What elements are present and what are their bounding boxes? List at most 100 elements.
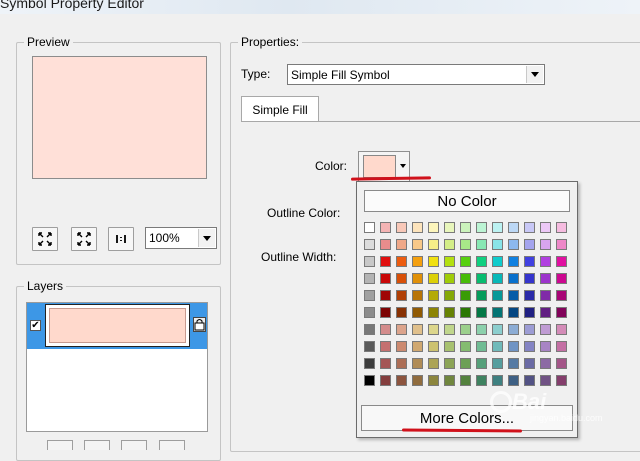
add-layer-button[interactable] bbox=[47, 440, 73, 450]
remove-layer-button[interactable] bbox=[84, 440, 110, 450]
color-swatch[interactable] bbox=[508, 341, 519, 352]
color-swatch[interactable] bbox=[556, 375, 567, 386]
color-swatch[interactable] bbox=[492, 341, 503, 352]
color-swatch[interactable] bbox=[380, 307, 391, 318]
layer-lock-icon[interactable] bbox=[193, 317, 206, 332]
color-swatch[interactable] bbox=[556, 358, 567, 369]
color-swatch[interactable] bbox=[492, 290, 503, 301]
actual-size-button[interactable] bbox=[108, 227, 134, 251]
color-swatch[interactable] bbox=[476, 307, 487, 318]
layer-row[interactable]: ✔ bbox=[27, 303, 207, 349]
color-swatch[interactable] bbox=[396, 341, 407, 352]
color-swatch[interactable] bbox=[508, 324, 519, 335]
color-swatch[interactable] bbox=[508, 256, 519, 267]
color-swatch[interactable] bbox=[444, 290, 455, 301]
color-swatch[interactable] bbox=[524, 375, 535, 386]
zoom-dropdown-button[interactable] bbox=[198, 229, 215, 247]
color-swatch[interactable] bbox=[476, 375, 487, 386]
color-swatch[interactable] bbox=[412, 290, 423, 301]
color-swatch[interactable] bbox=[540, 239, 551, 250]
color-swatch[interactable] bbox=[556, 239, 567, 250]
color-swatch[interactable] bbox=[540, 375, 551, 386]
color-swatch[interactable] bbox=[364, 256, 375, 267]
layer-swatch[interactable] bbox=[45, 304, 190, 347]
zoom-select[interactable]: 100% bbox=[145, 227, 217, 249]
color-swatch[interactable] bbox=[380, 239, 391, 250]
fit-to-window-button[interactable] bbox=[32, 227, 58, 251]
color-swatch[interactable] bbox=[476, 222, 487, 233]
color-swatch[interactable] bbox=[508, 375, 519, 386]
color-swatch[interactable] bbox=[524, 324, 535, 335]
color-swatch[interactable] bbox=[444, 358, 455, 369]
color-swatch[interactable] bbox=[492, 375, 503, 386]
color-swatch[interactable] bbox=[412, 239, 423, 250]
color-swatch[interactable] bbox=[540, 341, 551, 352]
color-swatch[interactable] bbox=[540, 222, 551, 233]
color-swatch[interactable] bbox=[556, 273, 567, 284]
color-swatch[interactable] bbox=[412, 324, 423, 335]
color-swatch[interactable] bbox=[524, 239, 535, 250]
color-swatch[interactable] bbox=[428, 375, 439, 386]
color-swatch[interactable] bbox=[396, 239, 407, 250]
color-swatch[interactable] bbox=[540, 273, 551, 284]
symbol-type-select[interactable]: Simple Fill Symbol bbox=[287, 64, 545, 85]
color-swatch[interactable] bbox=[412, 375, 423, 386]
color-swatch[interactable] bbox=[492, 222, 503, 233]
color-swatch[interactable] bbox=[540, 290, 551, 301]
color-swatch[interactable] bbox=[556, 341, 567, 352]
no-color-button[interactable]: No Color bbox=[364, 190, 570, 212]
color-swatch[interactable] bbox=[444, 273, 455, 284]
color-swatch[interactable] bbox=[524, 341, 535, 352]
color-swatch[interactable] bbox=[396, 358, 407, 369]
color-swatch[interactable] bbox=[396, 290, 407, 301]
color-swatch[interactable] bbox=[396, 256, 407, 267]
color-swatch[interactable] bbox=[460, 239, 471, 250]
color-swatch[interactable] bbox=[428, 222, 439, 233]
color-swatch[interactable] bbox=[508, 358, 519, 369]
color-swatch[interactable] bbox=[412, 256, 423, 267]
color-swatch[interactable] bbox=[396, 375, 407, 386]
color-swatch[interactable] bbox=[524, 307, 535, 318]
color-swatch[interactable] bbox=[508, 307, 519, 318]
color-swatch[interactable] bbox=[476, 324, 487, 335]
color-swatch[interactable] bbox=[460, 341, 471, 352]
color-swatch[interactable] bbox=[460, 290, 471, 301]
color-swatch[interactable] bbox=[492, 256, 503, 267]
color-swatch[interactable] bbox=[428, 256, 439, 267]
color-swatch[interactable] bbox=[492, 324, 503, 335]
color-swatch[interactable] bbox=[476, 239, 487, 250]
color-swatch[interactable] bbox=[556, 256, 567, 267]
color-swatch[interactable] bbox=[556, 307, 567, 318]
color-swatch[interactable] bbox=[444, 222, 455, 233]
color-swatch[interactable] bbox=[396, 324, 407, 335]
color-swatch[interactable] bbox=[380, 375, 391, 386]
color-swatch[interactable] bbox=[364, 273, 375, 284]
color-swatch[interactable] bbox=[524, 290, 535, 301]
color-swatch[interactable] bbox=[540, 307, 551, 318]
color-swatch[interactable] bbox=[476, 358, 487, 369]
color-swatch[interactable] bbox=[540, 324, 551, 335]
color-swatch[interactable] bbox=[508, 222, 519, 233]
color-swatch[interactable] bbox=[364, 222, 375, 233]
color-swatch[interactable] bbox=[428, 358, 439, 369]
color-swatch[interactable] bbox=[396, 273, 407, 284]
color-swatch[interactable] bbox=[444, 341, 455, 352]
color-swatch[interactable] bbox=[492, 358, 503, 369]
color-swatch[interactable] bbox=[556, 324, 567, 335]
color-swatch[interactable] bbox=[412, 358, 423, 369]
color-swatch[interactable] bbox=[444, 239, 455, 250]
color-swatch[interactable] bbox=[412, 273, 423, 284]
color-swatch[interactable] bbox=[492, 239, 503, 250]
color-swatch[interactable] bbox=[444, 324, 455, 335]
color-swatch[interactable] bbox=[428, 341, 439, 352]
color-swatch[interactable] bbox=[460, 375, 471, 386]
color-swatch[interactable] bbox=[556, 290, 567, 301]
color-swatch[interactable] bbox=[524, 222, 535, 233]
color-swatch[interactable] bbox=[524, 256, 535, 267]
color-swatch[interactable] bbox=[524, 273, 535, 284]
color-swatch[interactable] bbox=[492, 307, 503, 318]
color-swatch[interactable] bbox=[492, 273, 503, 284]
color-swatch[interactable] bbox=[380, 256, 391, 267]
symbol-type-dropdown-button[interactable] bbox=[526, 66, 543, 83]
color-swatch[interactable] bbox=[380, 358, 391, 369]
